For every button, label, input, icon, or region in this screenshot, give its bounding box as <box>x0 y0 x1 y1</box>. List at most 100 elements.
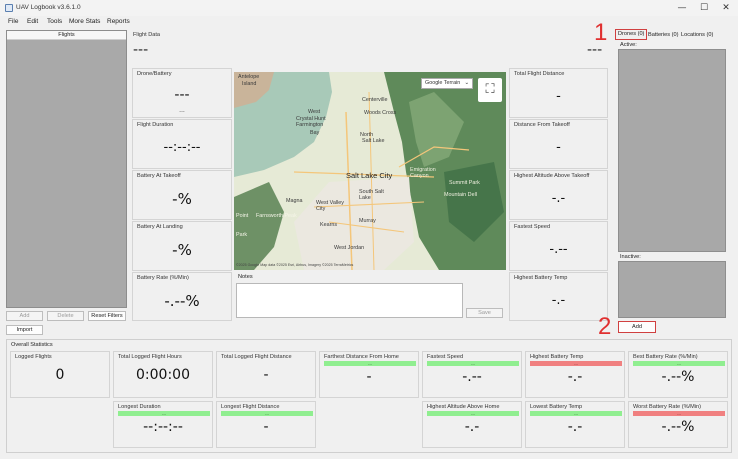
overall-card-label: Fastest Speed <box>427 354 464 360</box>
active-label: Active: <box>620 42 637 48</box>
map-label-park: Park <box>236 232 248 238</box>
overall-card-label: Worst Battery Rate (%/Min) <box>633 404 701 410</box>
flights-header[interactable]: Flights <box>7 31 126 40</box>
inactive-drones-list[interactable] <box>618 261 726 318</box>
overall-card: Farthest Distance From Home --- - <box>319 351 419 398</box>
flight-duration-value: --:--:-- <box>163 140 201 155</box>
add-drone-button[interactable]: Add <box>618 321 656 333</box>
overall-card-label: Best Battery Rate (%/Min) <box>633 354 698 360</box>
menu-more-stats[interactable]: More Stats <box>69 18 100 25</box>
menu-tools[interactable]: Tools <box>47 18 62 25</box>
overall-card-value: --:--:-- <box>143 419 183 435</box>
overall-card-label: Longest Flight Distance <box>221 404 280 410</box>
import-button[interactable]: Import <box>6 325 43 335</box>
altitude-value: -.- <box>551 191 566 206</box>
overall-card-label: Logged Flights <box>15 354 52 360</box>
maximize-button[interactable]: ☐ <box>692 1 716 15</box>
distance-takeoff-value: - <box>556 140 561 155</box>
flight-data-box: Flight Data --- --- <box>129 30 607 66</box>
overall-card: Worst Battery Rate (%/Min) --- -.--% <box>628 401 728 448</box>
add-flight-button[interactable]: Add <box>6 311 43 321</box>
title-bar: UAV Logbook v3.6.1.0 — ☐ ✕ <box>0 0 738 16</box>
green-indicator-bar: --- <box>118 411 210 416</box>
green-indicator-bar: --- <box>427 411 519 416</box>
map-label-magna: Magna <box>286 198 303 204</box>
map-label-kearns: Kearns <box>320 222 338 228</box>
flight-duration-label: Flight Duration <box>137 122 174 128</box>
battery-temp-value: -.- <box>551 293 566 308</box>
map-label-west-jordan: West Jordan <box>334 245 365 251</box>
map-label-emigration-canyon: Emigration Canyon <box>410 167 436 179</box>
map-label-salt-lake: Salt Lake <box>362 138 385 144</box>
menu-bar: File Edit Tools More Stats Reports <box>0 16 738 27</box>
map-label-point: Point <box>236 213 249 219</box>
total-distance-value: - <box>556 89 561 104</box>
green-indicator-bar: --- <box>324 361 416 366</box>
delete-flight-button[interactable]: Delete <box>47 311 84 321</box>
battery-landing-card: Battery At Landing -% <box>132 221 232 271</box>
battery-takeoff-card: Battery At Takeoff -% <box>132 170 232 220</box>
distance-takeoff-label: Distance From Takeoff <box>514 122 570 128</box>
battery-temp-card: Highest Battery Temp -.- <box>509 272 608 321</box>
battery-rate-label: Battery Rate (%/Min) <box>137 275 189 281</box>
battery-rate-value: -.--% <box>164 292 200 310</box>
fastest-speed-value: -.-- <box>549 242 568 257</box>
overall-card-value: - <box>263 367 269 383</box>
reset-filters-button[interactable]: Reset Filters <box>88 311 126 321</box>
map-type-select[interactable]: Google Terrain ⌄ <box>421 78 473 89</box>
overall-card-label: Total Logged Flight Hours <box>118 354 182 360</box>
menu-reports[interactable]: Reports <box>107 18 130 25</box>
map-type-select-value: Google Terrain <box>425 80 461 86</box>
flight-map[interactable]: Antelope Island West Crystal Hunt Farmin… <box>234 72 506 270</box>
notes-label: Notes <box>238 274 253 280</box>
overall-card-value: -.- <box>464 419 480 435</box>
overall-card: Longest Duration --- --:--:-- <box>113 401 213 448</box>
tab-locations[interactable]: Locations (0) <box>681 32 713 38</box>
annotation-2: 2 <box>598 313 612 340</box>
flights-list[interactable]: Flights <box>6 30 127 308</box>
map-label-mountain-dell: Mountain Dell <box>444 192 477 198</box>
menu-file[interactable]: File <box>8 18 18 25</box>
map-label-centerville: Centerville <box>362 97 388 103</box>
overall-card-label: Total Logged Flight Distance <box>221 354 292 360</box>
overall-card: Highest Battery Temp --- -.- <box>525 351 625 398</box>
map-label-island: Island <box>242 81 257 87</box>
overall-card: Best Battery Rate (%/Min) --- -.--% <box>628 351 728 398</box>
menu-edit[interactable]: Edit <box>27 18 38 25</box>
fullscreen-icon[interactable]: ⛶ <box>478 78 502 102</box>
overall-card-label: Highest Battery Temp <box>530 354 584 360</box>
distance-takeoff-card: Distance From Takeoff - <box>509 119 608 169</box>
tab-batteries[interactable]: Batteries (0) <box>648 32 678 38</box>
notes-textarea[interactable] <box>236 283 463 318</box>
map-label-woods-cross: Woods Cross <box>364 110 397 116</box>
tab-drones[interactable]: Drones (0) <box>615 29 647 40</box>
annotation-1: 1 <box>594 19 608 46</box>
overall-card: Longest Flight Distance --- - <box>216 401 316 448</box>
map-label-antelope: Antelope <box>238 74 260 80</box>
map-label-west: West <box>308 109 321 115</box>
battery-landing-label: Battery At Landing <box>137 224 183 230</box>
active-drones-list[interactable] <box>618 49 726 252</box>
map-label-farnsworth-peak: Farnsworth Peak <box>256 213 297 219</box>
minimize-button[interactable]: — <box>670 1 694 15</box>
battery-takeoff-label: Battery At Takeoff <box>137 173 181 179</box>
overall-card-label: Lowest Battery Temp <box>530 404 583 410</box>
red-indicator-bar: --- <box>530 361 622 366</box>
overall-card-value: - <box>263 419 269 435</box>
map-label-bay: Bay <box>310 130 320 136</box>
battery-landing-value: -% <box>172 241 192 259</box>
map-label-south-salt-lake: South Salt Lake <box>359 189 384 201</box>
save-notes-button[interactable]: Save <box>466 308 503 318</box>
overall-card-value: 0:00:00 <box>136 367 190 383</box>
map-label-crystal-hunt-farmington: Crystal Hunt Farmington <box>296 116 326 128</box>
flight-data-label: Flight Data <box>133 32 161 38</box>
altitude-label: Highest Altitude Above Takeoff <box>514 173 590 179</box>
drone-battery-card: Drone/Battery --- --- <box>132 68 232 118</box>
green-indicator-bar: --- <box>530 411 622 416</box>
close-button[interactable]: ✕ <box>714 1 738 15</box>
map-label-murray: Murray <box>359 218 376 224</box>
overall-card: Fastest Speed --- -.-- <box>422 351 522 398</box>
overall-card-value: - <box>366 369 372 385</box>
overall-card-value: -.-- <box>462 369 482 385</box>
map-label-salt-lake-city: Salt Lake City <box>346 171 393 180</box>
